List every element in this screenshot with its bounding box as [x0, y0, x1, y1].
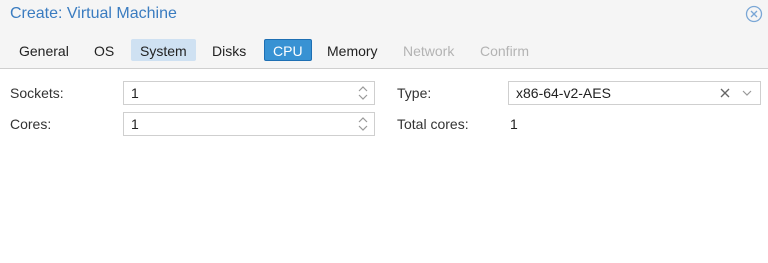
- cpu-panel: Sockets: 1 Cores: 1 Type: x86-64-v2-AES: [0, 69, 768, 263]
- sockets-value: 1: [131, 85, 139, 101]
- chevron-down-icon[interactable]: [740, 86, 754, 100]
- tab-network: Network: [403, 43, 455, 59]
- tab-general[interactable]: General: [10, 39, 78, 61]
- spinner-updown-icon[interactable]: [357, 84, 369, 102]
- sockets-label: Sockets:: [10, 85, 64, 101]
- total-cores-value: 1: [510, 116, 518, 132]
- wizard-tabbar: General OS System Disks CPU Memory Netwo…: [0, 30, 768, 69]
- tab-confirm: Confirm: [480, 43, 530, 59]
- cpu-type-combobox[interactable]: x86-64-v2-AES: [508, 81, 761, 105]
- tab-cpu[interactable]: CPU: [264, 39, 312, 61]
- tab-memory[interactable]: Memory: [318, 39, 387, 61]
- cores-field[interactable]: 1: [123, 112, 375, 136]
- spinner-updown-icon[interactable]: [357, 115, 369, 133]
- create-vm-dialog: Create: Virtual Machine General OS Syste…: [0, 0, 768, 263]
- total-cores-label: Total cores:: [397, 116, 469, 132]
- close-circle-icon[interactable]: [745, 5, 763, 23]
- cpu-type-value: x86-64-v2-AES: [516, 85, 611, 101]
- cores-value: 1: [131, 116, 139, 132]
- tab-system[interactable]: System: [131, 39, 196, 61]
- tab-disks[interactable]: Disks: [203, 39, 255, 61]
- dialog-titlebar: Create: Virtual Machine: [0, 0, 768, 30]
- dialog-title: Create: Virtual Machine: [10, 5, 177, 22]
- sockets-field[interactable]: 1: [123, 81, 375, 105]
- type-label: Type:: [397, 85, 432, 101]
- tab-os[interactable]: OS: [85, 39, 123, 61]
- clear-x-icon[interactable]: [718, 86, 732, 100]
- cores-label: Cores:: [10, 116, 52, 132]
